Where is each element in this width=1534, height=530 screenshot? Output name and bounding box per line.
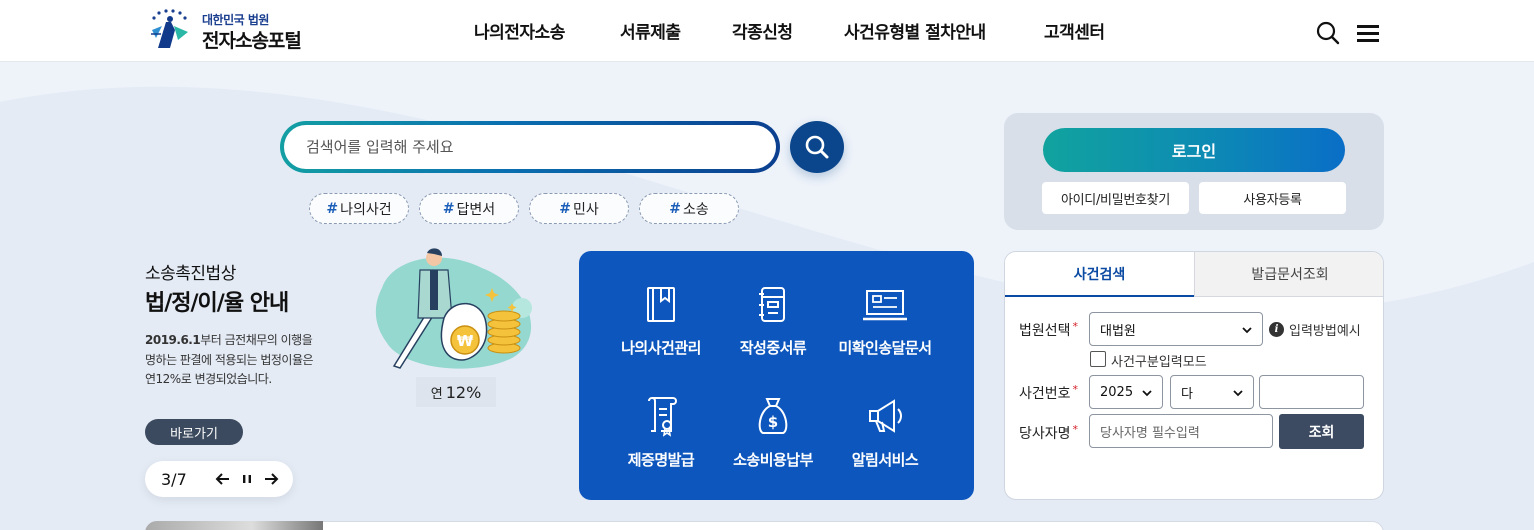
svg-text:₩: ₩ <box>457 332 474 350</box>
promo-desc-line2: 명하는 판결에 적용되는 법정이율은 <box>145 352 314 367</box>
required-mark: * <box>1072 320 1079 333</box>
quick-menu-label: 알림서비스 <box>851 451 919 469</box>
required-mark: * <box>1072 423 1079 436</box>
rate-prefix: 연 <box>430 386 443 402</box>
court-select-label: 법원선택 * <box>1019 320 1078 340</box>
hash-symbol: # <box>326 200 339 217</box>
promo-date: 2019.6.1 <box>145 333 201 347</box>
search-icon[interactable] <box>1315 20 1341 46</box>
quick-menu-label: 미확인송달문서 <box>838 339 932 357</box>
site-header: 대한민국 법원 전자소송포털 나의전자소송 서류제출 각종신청 사건유형별 절차… <box>0 0 1534 62</box>
next-section-card <box>145 521 1384 530</box>
login-button[interactable]: 로그인 <box>1043 128 1345 172</box>
nav-customer-center[interactable]: 고객센터 <box>1044 18 1105 43</box>
book-icon <box>647 287 675 322</box>
promo-shortcut-button[interactable]: 바로가기 <box>145 419 243 445</box>
quick-menu-drafts[interactable]: 작성중서류 <box>708 285 838 358</box>
arrow-right-icon[interactable] <box>261 469 281 489</box>
case-year-select[interactable]: 2025 <box>1089 375 1163 409</box>
chevron-down-icon <box>1233 390 1243 397</box>
search-tag[interactable]: # 나의사건 <box>309 193 409 224</box>
nav-document-submit[interactable]: 서류제출 <box>620 18 681 43</box>
case-type-mode-label: 사건구분입력모드 <box>1111 355 1207 370</box>
search-input[interactable] <box>284 125 776 169</box>
chevron-down-icon <box>1242 327 1252 334</box>
tab-issued-documents[interactable]: 발급문서조회 <box>1194 252 1383 297</box>
rate-value: 12% <box>445 382 482 402</box>
site-logo[interactable]: 대한민국 법원 전자소송포털 <box>148 8 328 54</box>
info-icon: i <box>1269 322 1284 337</box>
court-select-value: 대법원 <box>1100 323 1136 339</box>
user-register-button[interactable]: 사용자등록 <box>1199 182 1346 214</box>
svg-text:$: $ <box>768 413 778 431</box>
search-icon <box>805 135 829 159</box>
case-search-submit-button[interactable]: 조회 <box>1279 414 1364 449</box>
legal-interest-illustration: ₩ <box>375 248 532 369</box>
promo-kicker: 소송촉진법상 <box>145 264 236 284</box>
menu-icon[interactable] <box>1355 20 1381 46</box>
case-type-mode-checkbox[interactable] <box>1090 351 1106 367</box>
search-tag-label: 민사 <box>572 201 599 218</box>
pause-icon[interactable] <box>237 469 257 489</box>
quick-menu-label: 소송비용납부 <box>733 451 813 469</box>
next-section-thumbnail <box>145 521 323 530</box>
input-example-label: 입력방법예시 <box>1289 324 1361 339</box>
tab-case-search[interactable]: 사건검색 <box>1005 252 1194 297</box>
case-year-value: 2025 <box>1100 384 1134 400</box>
party-name-placeholder: 당사자명 필수입력 <box>1100 425 1200 441</box>
required-mark: * <box>1072 383 1079 396</box>
court-emblem-icon <box>151 9 188 48</box>
search-tag-label: 소송 <box>682 201 709 218</box>
certificate-icon <box>648 397 677 437</box>
quick-menu-notifications[interactable]: 알림서비스 <box>820 395 950 470</box>
promo-description: 2019.6.1부터 금전채무의 이행을 명하는 판결에 적용되는 법정이율은 … <box>145 331 345 390</box>
party-name-input[interactable]: 당사자명 필수입력 <box>1089 414 1273 448</box>
search-bar <box>280 121 780 173</box>
hash-symbol: # <box>559 200 571 217</box>
search-tag-label: 나의사건 <box>340 201 392 218</box>
case-number-label-text: 사건번호 <box>1019 386 1071 402</box>
search-tag-label: 답변서 <box>456 201 496 218</box>
case-type-value: 다 <box>1181 386 1193 402</box>
notebook-icon <box>759 287 785 322</box>
quick-menu-unread-documents[interactable]: 미확인송달문서 <box>820 285 950 358</box>
banner-pager: 3/7 <box>145 461 293 497</box>
laptop-icon <box>863 290 907 321</box>
hash-symbol: # <box>442 200 455 217</box>
megaphone-icon <box>869 399 902 433</box>
hash-symbol: # <box>669 200 681 217</box>
quick-menu-label: 제증명발급 <box>627 451 695 469</box>
quick-menu-label: 나의사건관리 <box>621 339 701 357</box>
case-number-label: 사건번호 * <box>1019 383 1078 403</box>
court-select[interactable]: 대법원 <box>1089 312 1263 346</box>
quick-menu-panel: 나의사건관리 작성중서류 미확인송달문서 제증명발급 $ 소송비용납부 알림서비… <box>579 251 974 500</box>
party-label-text: 당사자명 <box>1019 426 1071 442</box>
quick-menu-label: 작성중서류 <box>739 339 807 357</box>
chevron-down-icon <box>1142 390 1152 397</box>
search-tag[interactable]: # 민사 <box>529 193 629 224</box>
nav-procedure-guide[interactable]: 사건유형별 절차안내 <box>844 18 986 43</box>
search-tag[interactable]: # 답변서 <box>419 193 519 224</box>
promo-title: 법/정/이/율 안내 <box>145 291 289 316</box>
arrow-left-icon[interactable] <box>213 469 233 489</box>
search-submit-button[interactable] <box>790 121 844 173</box>
court-label-text: 법원선택 <box>1019 323 1071 339</box>
pager-count: 3/7 <box>161 470 187 489</box>
interest-rate-badge: 연 12% <box>416 377 496 407</box>
search-tag[interactable]: # 소송 <box>639 193 739 224</box>
input-example-link[interactable]: i 입력방법예시 <box>1269 320 1361 339</box>
party-name-label: 당사자명 * <box>1019 423 1078 443</box>
quick-menu-my-cases[interactable]: 나의사건관리 <box>596 285 726 358</box>
promo-desc-line3: 연12%로 변경되었습니다. <box>145 372 272 386</box>
nav-my-ecourt[interactable]: 나의전자소송 <box>474 18 565 43</box>
nav-applications[interactable]: 각종신청 <box>732 18 793 43</box>
find-id-password-button[interactable]: 아이디/비밀번호찾기 <box>1042 182 1189 214</box>
money-bag-icon: $ <box>758 398 788 434</box>
case-serial-input[interactable] <box>1259 375 1364 409</box>
promo-desc-line1: 부터 금전채무의 이행을 <box>200 333 313 347</box>
logo-title: 전자소송포털 <box>202 30 302 52</box>
case-type-select[interactable]: 다 <box>1170 375 1254 409</box>
quick-menu-certificates[interactable]: 제증명발급 <box>596 395 726 470</box>
quick-menu-fee-payment[interactable]: $ 소송비용납부 <box>708 395 838 470</box>
